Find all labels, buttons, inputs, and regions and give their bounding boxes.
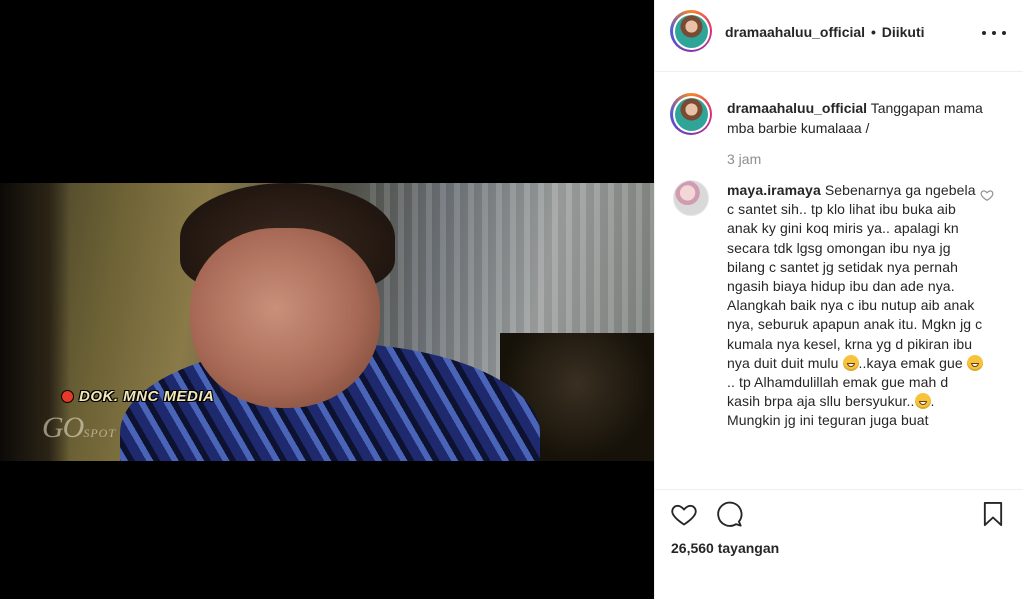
video-source-text: DOK. MNC MEDIA — [79, 388, 215, 405]
caption-timestamp[interactable]: 3 jam — [727, 151, 761, 167]
caption-text: dramaahaluu_official Tanggapan mama mba … — [727, 98, 997, 138]
comments-section[interactable]: dramaahaluu_official Tanggapan mama mba … — [655, 72, 1023, 489]
view-count[interactable]: 26,560 tayangan — [671, 540, 779, 556]
beaming-face-emoji-icon — [966, 354, 983, 371]
comment-like-heart-icon[interactable] — [980, 188, 994, 202]
video-frame[interactable]: DOK. MNC MEDIA GOSPOT — [0, 183, 654, 461]
post-actions: 26,560 tayangan — [655, 489, 1023, 599]
header-avatar-image — [674, 14, 708, 48]
tv-program-logo: GOSPOT — [42, 411, 116, 445]
header-username[interactable]: dramaahaluu_official — [725, 24, 865, 40]
comment-username[interactable]: maya.iramaya — [727, 182, 821, 198]
video-scene-person-face — [190, 228, 380, 408]
bookmark-icon[interactable] — [979, 500, 1007, 528]
heart-icon[interactable] — [670, 500, 698, 528]
header-user-line: dramaahaluu_official • Diikuti — [725, 24, 925, 40]
comment-avatar[interactable] — [673, 180, 709, 216]
follow-status-button[interactable]: Diikuti — [882, 24, 925, 40]
post-header: dramaahaluu_official • Diikuti — [655, 0, 1023, 72]
tv-logo-sub: SPOT — [83, 426, 117, 440]
post-video[interactable]: DOK. MNC MEDIA GOSPOT — [0, 0, 654, 599]
comment-text: maya.iramaya Sebenarnya ga ngebela c san… — [727, 181, 985, 431]
header-avatar[interactable] — [670, 10, 712, 52]
caption-avatar-image — [674, 97, 708, 131]
record-dot-icon — [62, 391, 73, 402]
grinning-face-emoji-icon — [842, 354, 859, 371]
tv-logo-main: GO — [42, 411, 84, 444]
comment-body-part2: ..kaya emak gue — [858, 354, 967, 371]
comment-bubble-icon[interactable] — [715, 500, 743, 528]
comment-body-part1: Sebenarnya ga ngebela c santet sih.. tp … — [727, 182, 983, 371]
caption-avatar[interactable] — [670, 93, 712, 135]
video-source-label: DOK. MNC MEDIA — [62, 388, 214, 405]
more-options-icon[interactable] — [982, 22, 1006, 44]
header-separator: • — [870, 24, 876, 40]
post-side-panel: dramaahaluu_official • Diikuti dramaahal… — [654, 0, 1023, 599]
caption-username[interactable]: dramaahaluu_official — [727, 100, 867, 116]
grinning-squinting-face-emoji-icon — [914, 393, 931, 410]
